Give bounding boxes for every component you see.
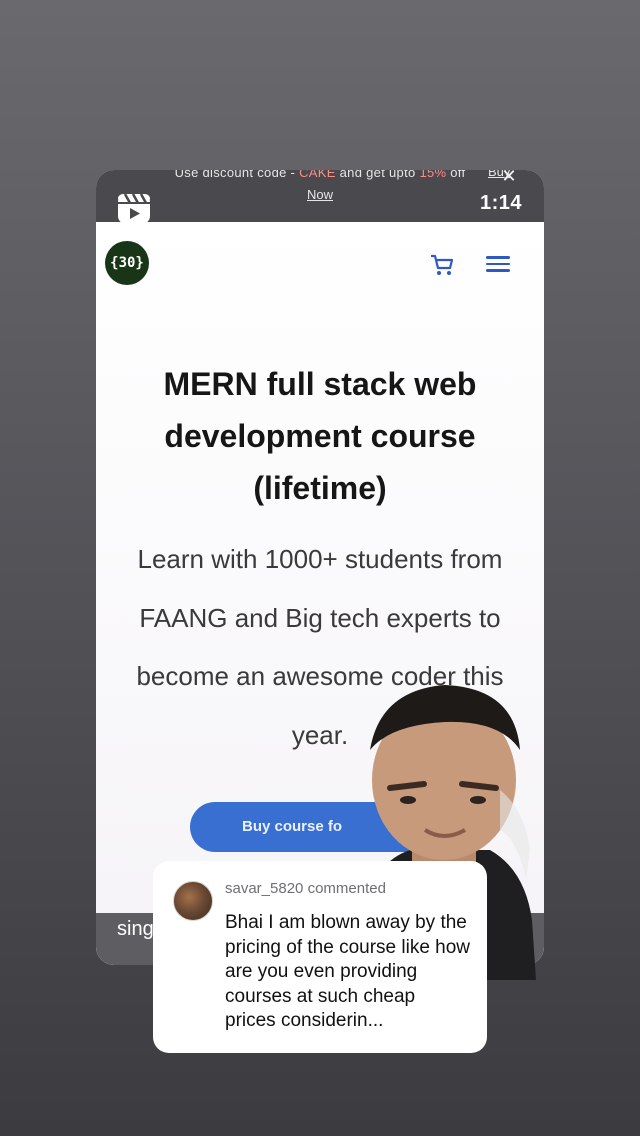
comment-card[interactable]: savar_5820 commented Bhai I am blown awa…	[153, 861, 487, 1053]
course-headline: MERN full stack web development course (…	[163, 366, 477, 506]
comment-action: commented	[307, 880, 386, 897]
story-timer: 1:14	[479, 192, 522, 214]
site-logo[interactable]: {30}	[105, 241, 149, 285]
story-top-bar: Use discount code - CAKE and get upto 15…	[96, 170, 544, 224]
avatar[interactable]	[173, 881, 213, 921]
caption-text: sing	[117, 918, 154, 940]
now-link[interactable]: Now	[96, 187, 544, 202]
cart-icon[interactable]	[429, 253, 455, 277]
discount-percent: 15%	[419, 170, 447, 180]
comment-body: Bhai I am blown away by the pricing of t…	[225, 912, 471, 1032]
comment-username[interactable]: savar_5820	[225, 880, 303, 897]
promo-banner-text: Use discount code - CAKE and get upto 15…	[96, 170, 544, 182]
discount-code: CAKE	[299, 170, 336, 180]
comment-header: savar_5820 commented	[225, 879, 471, 899]
reels-icon[interactable]	[116, 192, 152, 226]
close-icon[interactable]: ✕	[499, 170, 519, 186]
hamburger-menu-icon[interactable]	[486, 256, 510, 274]
